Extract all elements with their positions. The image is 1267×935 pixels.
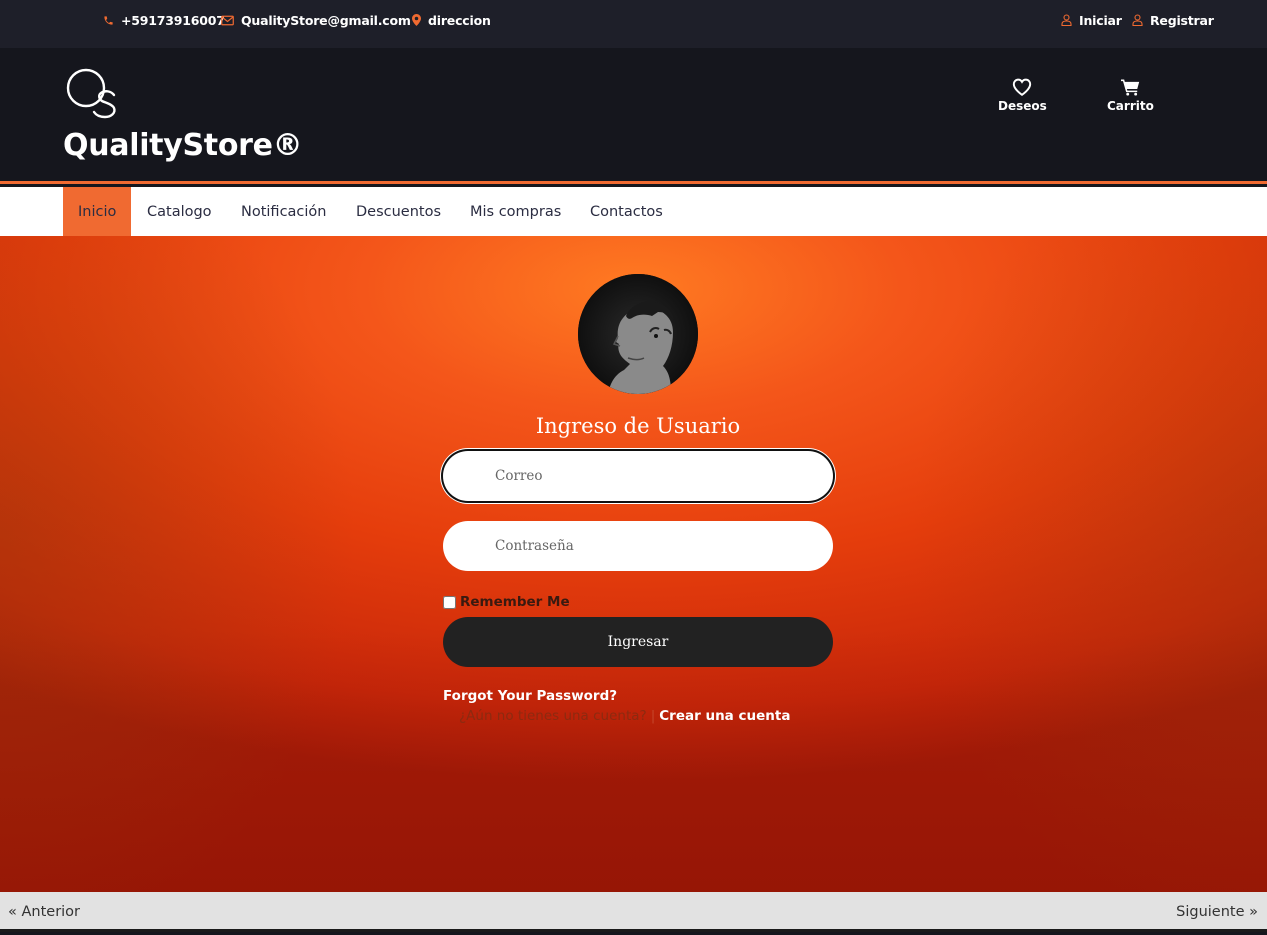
main-nav: Inicio Catalogo Notificación Descuentos … (0, 187, 1267, 236)
wishlist-label: Deseos (998, 99, 1047, 113)
address-text: direccion (428, 12, 491, 28)
logo[interactable] (64, 67, 128, 123)
email-text: QualityStore@gmail.com (241, 12, 411, 28)
email-field[interactable] (443, 451, 833, 501)
remember-me-label: Remember Me (460, 594, 570, 610)
cart-button[interactable]: Carrito (1107, 78, 1154, 113)
heart-icon (1013, 78, 1032, 96)
cart-label: Carrito (1107, 99, 1154, 113)
login-link[interactable]: Iniciar (1061, 0, 1122, 40)
nav-item-descuentos[interactable]: Descuentos (356, 187, 441, 236)
user-icon (1132, 14, 1143, 26)
user-avatar (578, 274, 698, 394)
brand-name[interactable]: QualityStore® (63, 128, 303, 163)
nav-item-catalogo[interactable]: Catalogo (147, 187, 212, 236)
login-label: Iniciar (1079, 12, 1122, 28)
next-link[interactable]: Siguiente » (1176, 892, 1258, 932)
nav-item-mis-compras[interactable]: Mis compras (470, 187, 561, 236)
password-field[interactable] (443, 521, 833, 571)
user-icon (1061, 14, 1072, 26)
wishlist-button[interactable]: Deseos (998, 78, 1047, 113)
login-submit-button[interactable]: Ingresar (443, 617, 833, 667)
phone-contact[interactable]: +59173916007 (103, 0, 225, 40)
login-section: Ingreso de Usuario Remember Me Ingresar … (0, 236, 1267, 892)
address-contact[interactable]: direccion (412, 0, 491, 40)
login-title: Ingreso de Usuario (535, 414, 741, 438)
cart-icon (1120, 79, 1140, 96)
envelope-icon (221, 15, 234, 25)
site-header: QualityStore® Deseos Carrito (0, 48, 1267, 184)
previous-link[interactable]: « Anterior (8, 892, 80, 932)
phone-icon (104, 15, 113, 25)
top-bar: +59173916007 QualityStore@gmail.com dire… (0, 0, 1267, 48)
register-label: Registrar (1150, 12, 1214, 28)
remember-me-checkbox[interactable] (443, 595, 456, 609)
phone-text: +59173916007 (121, 12, 225, 28)
remember-me[interactable]: Remember Me (443, 594, 570, 610)
pagination-bar: « Anterior Siguiente » (0, 892, 1267, 932)
register-link[interactable]: Registrar (1132, 0, 1214, 40)
logo-icon (66, 68, 116, 119)
signup-row: ¿Aún no tienes una cuenta? | Crear una cue… (459, 708, 790, 724)
nav-item-notificacion[interactable]: Notificación (241, 187, 327, 236)
forgot-password-link[interactable]: Forgot Your Password? (443, 688, 617, 704)
signup-question: ¿Aún no tienes una cuenta? (459, 708, 647, 724)
create-account-link[interactable]: Crear una cuenta (659, 708, 790, 724)
nav-item-inicio[interactable]: Inicio (63, 187, 132, 236)
map-marker-icon (412, 14, 421, 26)
nav-item-contactos[interactable]: Contactos (590, 187, 663, 236)
signup-separator: | (650, 708, 656, 724)
email-contact[interactable]: QualityStore@gmail.com (221, 0, 411, 40)
